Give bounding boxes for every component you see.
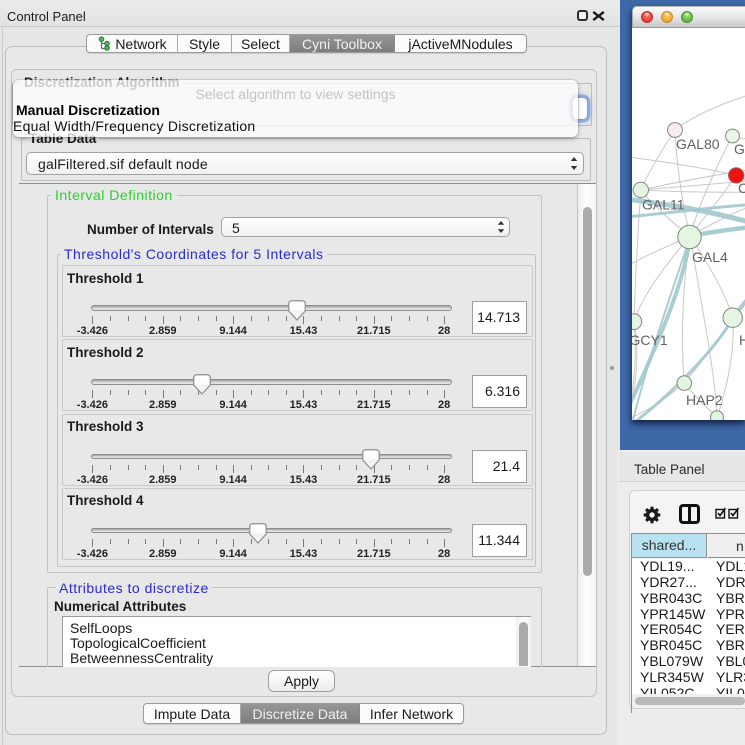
svg-text:C: C <box>738 180 745 196</box>
svg-text:G.: G. <box>734 141 745 157</box>
svg-text:H: H <box>739 332 745 348</box>
svg-text:GAL11: GAL11 <box>642 197 685 213</box>
svg-text:GAL4: GAL4 <box>692 249 728 265</box>
svg-text:GCY1: GCY1 <box>632 332 668 348</box>
svg-text:HAP2: HAP2 <box>686 392 723 408</box>
svg-text:GAL80: GAL80 <box>676 136 720 152</box>
